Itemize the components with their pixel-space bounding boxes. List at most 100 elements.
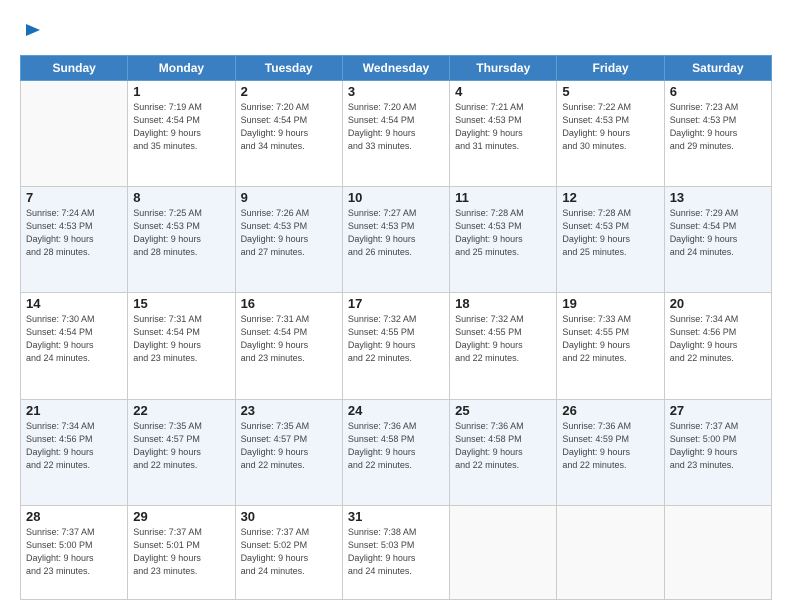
weekday-header-monday: Monday — [128, 55, 235, 80]
calendar-cell: 20 Sunrise: 7:34 AM Sunset: 4:56 PM Dayli… — [664, 293, 771, 399]
day-number: 19 — [562, 296, 658, 311]
calendar-cell: 13 Sunrise: 7:29 AM Sunset: 4:54 PM Dayli… — [664, 187, 771, 293]
day-info: Sunrise: 7:34 AM Sunset: 4:56 PM Dayligh… — [670, 313, 766, 365]
day-info: Sunrise: 7:26 AM Sunset: 4:53 PM Dayligh… — [241, 207, 337, 259]
calendar-cell: 23 Sunrise: 7:35 AM Sunset: 4:57 PM Dayli… — [235, 399, 342, 505]
weekday-header-tuesday: Tuesday — [235, 55, 342, 80]
day-number: 20 — [670, 296, 766, 311]
header — [20, 18, 772, 49]
day-number: 11 — [455, 190, 551, 205]
day-number: 15 — [133, 296, 229, 311]
calendar-cell: 1Sunrise: 7:19 AM Sunset: 4:54 PM Daylig… — [128, 80, 235, 186]
day-number: 8 — [133, 190, 229, 205]
day-number: 23 — [241, 403, 337, 418]
calendar-cell: 12Sunrise: 7:28 AM Sunset: 4:53 PM Dayli… — [557, 187, 664, 293]
calendar-cell: 26Sunrise: 7:36 AM Sunset: 4:59 PM Dayli… — [557, 399, 664, 505]
day-number: 22 — [133, 403, 229, 418]
day-number: 29 — [133, 509, 229, 524]
day-info: Sunrise: 7:34 AM Sunset: 4:56 PM Dayligh… — [26, 420, 122, 472]
day-info: Sunrise: 7:35 AM Sunset: 4:57 PM Dayligh… — [241, 420, 337, 472]
calendar-cell: 24Sunrise: 7:36 AM Sunset: 4:58 PM Dayli… — [342, 399, 449, 505]
logo-flag-icon — [22, 22, 44, 44]
day-info: Sunrise: 7:35 AM Sunset: 4:57 PM Dayligh… — [133, 420, 229, 472]
weekday-header-wednesday: Wednesday — [342, 55, 449, 80]
day-info: Sunrise: 7:25 AM Sunset: 4:53 PM Dayligh… — [133, 207, 229, 259]
day-info: Sunrise: 7:28 AM Sunset: 4:53 PM Dayligh… — [455, 207, 551, 259]
calendar-cell: 10 Sunrise: 7:27 AM Sunset: 4:53 PM Dayli… — [342, 187, 449, 293]
calendar-week-row: 21 Sunrise: 7:34 AM Sunset: 4:56 PM Dayli… — [21, 399, 772, 505]
calendar-cell — [450, 505, 557, 599]
calendar-cell: 30 Sunrise: 7:37 AM Sunset: 5:02 PM Dayli… — [235, 505, 342, 599]
day-info: Sunrise: 7:36 AM Sunset: 4:59 PM Dayligh… — [562, 420, 658, 472]
day-info: Sunrise: 7:31 AM Sunset: 4:54 PM Dayligh… — [241, 313, 337, 365]
calendar-cell: 6 Sunrise: 7:23 AM Sunset: 4:53 PM Daylig… — [664, 80, 771, 186]
calendar-cell — [664, 505, 771, 599]
calendar-cell: 2 Sunrise: 7:20 AM Sunset: 4:54 PM Daylig… — [235, 80, 342, 186]
day-info: Sunrise: 7:37 AM Sunset: 5:02 PM Dayligh… — [241, 526, 337, 578]
day-number: 12 — [562, 190, 658, 205]
day-info: Sunrise: 7:37 AM Sunset: 5:00 PM Dayligh… — [670, 420, 766, 472]
day-number: 6 — [670, 84, 766, 99]
day-number: 30 — [241, 509, 337, 524]
calendar-cell: 7 Sunrise: 7:24 AM Sunset: 4:53 PM Daylig… — [21, 187, 128, 293]
day-info: Sunrise: 7:37 AM Sunset: 5:01 PM Dayligh… — [133, 526, 229, 578]
day-info: Sunrise: 7:36 AM Sunset: 4:58 PM Dayligh… — [348, 420, 444, 472]
calendar-cell: 18 Sunrise: 7:32 AM Sunset: 4:55 PM Dayli… — [450, 293, 557, 399]
calendar-cell: 14 Sunrise: 7:30 AM Sunset: 4:54 PM Dayli… — [21, 293, 128, 399]
calendar-cell: 25 Sunrise: 7:36 AM Sunset: 4:58 PM Dayli… — [450, 399, 557, 505]
logo — [20, 22, 44, 49]
day-info: Sunrise: 7:32 AM Sunset: 4:55 PM Dayligh… — [348, 313, 444, 365]
day-info: Sunrise: 7:36 AM Sunset: 4:58 PM Dayligh… — [455, 420, 551, 472]
day-info: Sunrise: 7:22 AM Sunset: 4:53 PM Dayligh… — [562, 101, 658, 153]
day-info: Sunrise: 7:23 AM Sunset: 4:53 PM Dayligh… — [670, 101, 766, 153]
weekday-header-saturday: Saturday — [664, 55, 771, 80]
day-number: 10 — [348, 190, 444, 205]
weekday-header-friday: Friday — [557, 55, 664, 80]
calendar-cell: 31 Sunrise: 7:38 AM Sunset: 5:03 PM Dayli… — [342, 505, 449, 599]
day-info: Sunrise: 7:30 AM Sunset: 4:54 PM Dayligh… — [26, 313, 122, 365]
day-number: 14 — [26, 296, 122, 311]
calendar-table: SundayMondayTuesdayWednesdayThursdayFrid… — [20, 55, 772, 600]
calendar-week-row: 7 Sunrise: 7:24 AM Sunset: 4:53 PM Daylig… — [21, 187, 772, 293]
calendar-cell — [557, 505, 664, 599]
day-info: Sunrise: 7:20 AM Sunset: 4:54 PM Dayligh… — [348, 101, 444, 153]
calendar-cell — [21, 80, 128, 186]
day-number: 16 — [241, 296, 337, 311]
day-info: Sunrise: 7:24 AM Sunset: 4:53 PM Dayligh… — [26, 207, 122, 259]
day-number: 13 — [670, 190, 766, 205]
weekday-header-thursday: Thursday — [450, 55, 557, 80]
day-number: 7 — [26, 190, 122, 205]
day-number: 3 — [348, 84, 444, 99]
day-info: Sunrise: 7:21 AM Sunset: 4:53 PM Dayligh… — [455, 101, 551, 153]
day-number: 2 — [241, 84, 337, 99]
day-number: 9 — [241, 190, 337, 205]
day-number: 27 — [670, 403, 766, 418]
calendar-cell: 22 Sunrise: 7:35 AM Sunset: 4:57 PM Dayli… — [128, 399, 235, 505]
calendar-cell: 29 Sunrise: 7:37 AM Sunset: 5:01 PM Dayli… — [128, 505, 235, 599]
day-number: 18 — [455, 296, 551, 311]
day-info: Sunrise: 7:32 AM Sunset: 4:55 PM Dayligh… — [455, 313, 551, 365]
calendar-cell: 19 Sunrise: 7:33 AM Sunset: 4:55 PM Dayli… — [557, 293, 664, 399]
calendar-cell: 5 Sunrise: 7:22 AM Sunset: 4:53 PM Daylig… — [557, 80, 664, 186]
calendar-cell: 8 Sunrise: 7:25 AM Sunset: 4:53 PM Daylig… — [128, 187, 235, 293]
day-number: 17 — [348, 296, 444, 311]
calendar-cell: 21 Sunrise: 7:34 AM Sunset: 4:56 PM Dayli… — [21, 399, 128, 505]
day-info: Sunrise: 7:33 AM Sunset: 4:55 PM Dayligh… — [562, 313, 658, 365]
day-number: 21 — [26, 403, 122, 418]
day-number: 25 — [455, 403, 551, 418]
day-number: 31 — [348, 509, 444, 524]
day-info: Sunrise: 7:27 AM Sunset: 4:53 PM Dayligh… — [348, 207, 444, 259]
calendar-cell: 4Sunrise: 7:21 AM Sunset: 4:53 PM Daylig… — [450, 80, 557, 186]
day-number: 28 — [26, 509, 122, 524]
day-number: 1 — [133, 84, 229, 99]
calendar-cell: 15Sunrise: 7:31 AM Sunset: 4:54 PM Dayli… — [128, 293, 235, 399]
calendar-week-row: 28Sunrise: 7:37 AM Sunset: 5:00 PM Dayli… — [21, 505, 772, 599]
calendar-week-row: 1Sunrise: 7:19 AM Sunset: 4:54 PM Daylig… — [21, 80, 772, 186]
calendar-cell: 27 Sunrise: 7:37 AM Sunset: 5:00 PM Dayli… — [664, 399, 771, 505]
page: SundayMondayTuesdayWednesdayThursdayFrid… — [0, 0, 792, 612]
calendar-header-row: SundayMondayTuesdayWednesdayThursdayFrid… — [21, 55, 772, 80]
day-info: Sunrise: 7:20 AM Sunset: 4:54 PM Dayligh… — [241, 101, 337, 153]
day-info: Sunrise: 7:38 AM Sunset: 5:03 PM Dayligh… — [348, 526, 444, 578]
day-number: 5 — [562, 84, 658, 99]
day-info: Sunrise: 7:29 AM Sunset: 4:54 PM Dayligh… — [670, 207, 766, 259]
